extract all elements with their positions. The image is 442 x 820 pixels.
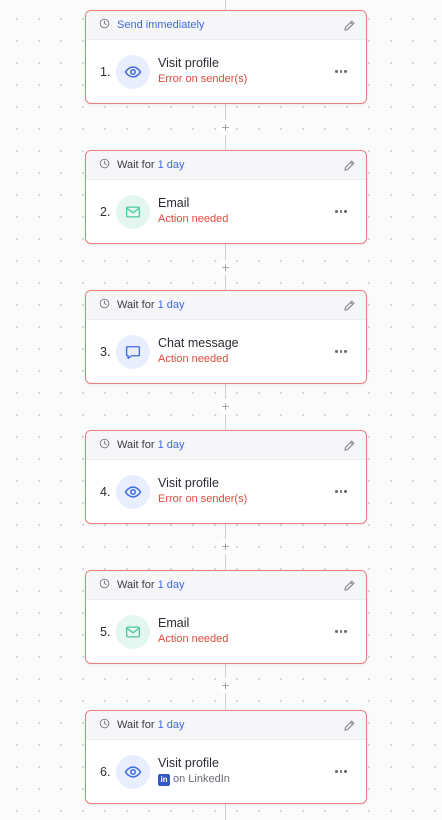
step-title: Visit profile <box>158 756 219 770</box>
step-title: Email <box>158 616 190 630</box>
sequence-step-card[interactable]: Send immediately 1. Visit profile Error … <box>85 10 367 104</box>
more-options-icon[interactable] <box>330 64 352 80</box>
step-title: Chat message <box>158 336 239 350</box>
sequence-canvas: + + + + + Send immediately 1. Visit profile … <box>0 0 442 820</box>
step-delay-label: Wait for <box>117 579 155 591</box>
sequence-step-card[interactable]: Wait for 1 day 6. Visit profile in on Lin… <box>85 710 367 804</box>
clock-icon <box>99 578 117 592</box>
step-delay-text: Wait for 1 day <box>117 579 343 591</box>
step-delay-header: Wait for 1 day <box>86 151 366 180</box>
linkedin-icon: in <box>158 773 170 786</box>
eye-icon <box>116 54 150 89</box>
step-delay-label: Wait for <box>117 299 155 311</box>
clock-icon <box>99 158 117 172</box>
eye-icon <box>116 474 150 509</box>
add-step-button[interactable]: + <box>218 678 233 693</box>
step-body[interactable]: 1. Visit profile Error on sender(s) <box>86 40 366 103</box>
step-status: in on LinkedIn <box>158 772 330 787</box>
step-number: 1. <box>100 64 111 79</box>
step-body[interactable]: 5. Email Action needed <box>86 600 366 663</box>
step-text: Email Action needed <box>158 616 330 647</box>
mail-icon <box>116 194 150 229</box>
step-title: Visit profile <box>158 56 219 70</box>
step-delay-header: Wait for 1 day <box>86 711 366 740</box>
add-step-button[interactable]: + <box>218 539 233 554</box>
step-number: 2. <box>100 204 111 219</box>
step-status: Error on sender(s) <box>158 73 248 85</box>
sequence-step-card[interactable]: Wait for 1 day 3. Chat message Action ne… <box>85 290 367 384</box>
chat-icon <box>116 334 150 369</box>
pencil-icon[interactable] <box>343 159 356 172</box>
step-delay-label: Send immediately <box>117 19 205 31</box>
step-body[interactable]: 2. Email Action needed <box>86 180 366 243</box>
pencil-icon[interactable] <box>343 19 356 32</box>
more-options-icon[interactable] <box>330 344 352 360</box>
step-delay-value: 1 day <box>157 579 185 591</box>
step-text: Visit profile in on LinkedIn <box>158 756 330 787</box>
sequence-step-card[interactable]: Wait for 1 day 2. Email Action needed <box>85 150 367 244</box>
step-number: 6. <box>100 764 111 779</box>
step-body[interactable]: 4. Visit profile Error on sender(s) <box>86 460 366 523</box>
more-options-icon[interactable] <box>330 624 352 640</box>
mail-icon <box>116 614 150 649</box>
more-options-icon[interactable] <box>330 764 352 780</box>
add-step-button[interactable]: + <box>218 399 233 414</box>
step-delay-value: 1 day <box>157 439 185 451</box>
step-delay-text: Wait for 1 day <box>117 159 343 171</box>
sequence-step-card[interactable]: Wait for 1 day 5. Email Action needed <box>85 570 367 664</box>
pencil-icon[interactable] <box>343 719 356 732</box>
add-step-button[interactable]: + <box>218 260 233 275</box>
pencil-icon[interactable] <box>343 579 356 592</box>
step-status: Error on sender(s) <box>158 493 248 505</box>
clock-icon <box>99 18 117 32</box>
step-delay-value: 1 day <box>157 299 185 311</box>
pencil-icon[interactable] <box>343 439 356 452</box>
step-number: 5. <box>100 624 111 639</box>
step-body[interactable]: 6. Visit profile in on LinkedIn <box>86 740 366 803</box>
clock-icon <box>99 718 117 732</box>
step-text: Chat message Action needed <box>158 336 330 367</box>
step-delay-header: Send immediately <box>86 11 366 40</box>
eye-icon <box>116 754 150 789</box>
step-delay-label: Wait for <box>117 439 155 451</box>
step-body[interactable]: 3. Chat message Action needed <box>86 320 366 383</box>
clock-icon <box>99 298 117 312</box>
step-status: Action needed <box>158 213 229 225</box>
step-delay-header: Wait for 1 day <box>86 571 366 600</box>
step-text: Visit profile Error on sender(s) <box>158 476 330 507</box>
clock-icon <box>99 438 117 452</box>
more-options-icon[interactable] <box>330 484 352 500</box>
add-step-button[interactable]: + <box>218 120 233 135</box>
step-delay-text: Send immediately <box>117 19 343 31</box>
step-number: 4. <box>100 484 111 499</box>
connector-line <box>225 0 226 10</box>
step-delay-label: Wait for <box>117 159 155 171</box>
pencil-icon[interactable] <box>343 299 356 312</box>
step-delay-text: Wait for 1 day <box>117 719 343 731</box>
step-text: Visit profile Error on sender(s) <box>158 56 330 87</box>
step-delay-text: Wait for 1 day <box>117 439 343 451</box>
step-delay-text: Wait for 1 day <box>117 299 343 311</box>
step-delay-header: Wait for 1 day <box>86 431 366 460</box>
step-status-text: on LinkedIn <box>173 773 230 785</box>
step-delay-label: Wait for <box>117 719 155 731</box>
step-title: Visit profile <box>158 476 219 490</box>
step-delay-header: Wait for 1 day <box>86 291 366 320</box>
connector-line <box>225 804 226 820</box>
step-delay-value: 1 day <box>157 719 185 731</box>
step-status: Action needed <box>158 353 229 365</box>
step-number: 3. <box>100 344 111 359</box>
step-title: Email <box>158 196 190 210</box>
sequence-step-card[interactable]: Wait for 1 day 4. Visit profile Error on… <box>85 430 367 524</box>
step-delay-value: 1 day <box>157 159 185 171</box>
more-options-icon[interactable] <box>330 204 352 220</box>
step-text: Email Action needed <box>158 196 330 227</box>
step-status: Action needed <box>158 633 229 645</box>
